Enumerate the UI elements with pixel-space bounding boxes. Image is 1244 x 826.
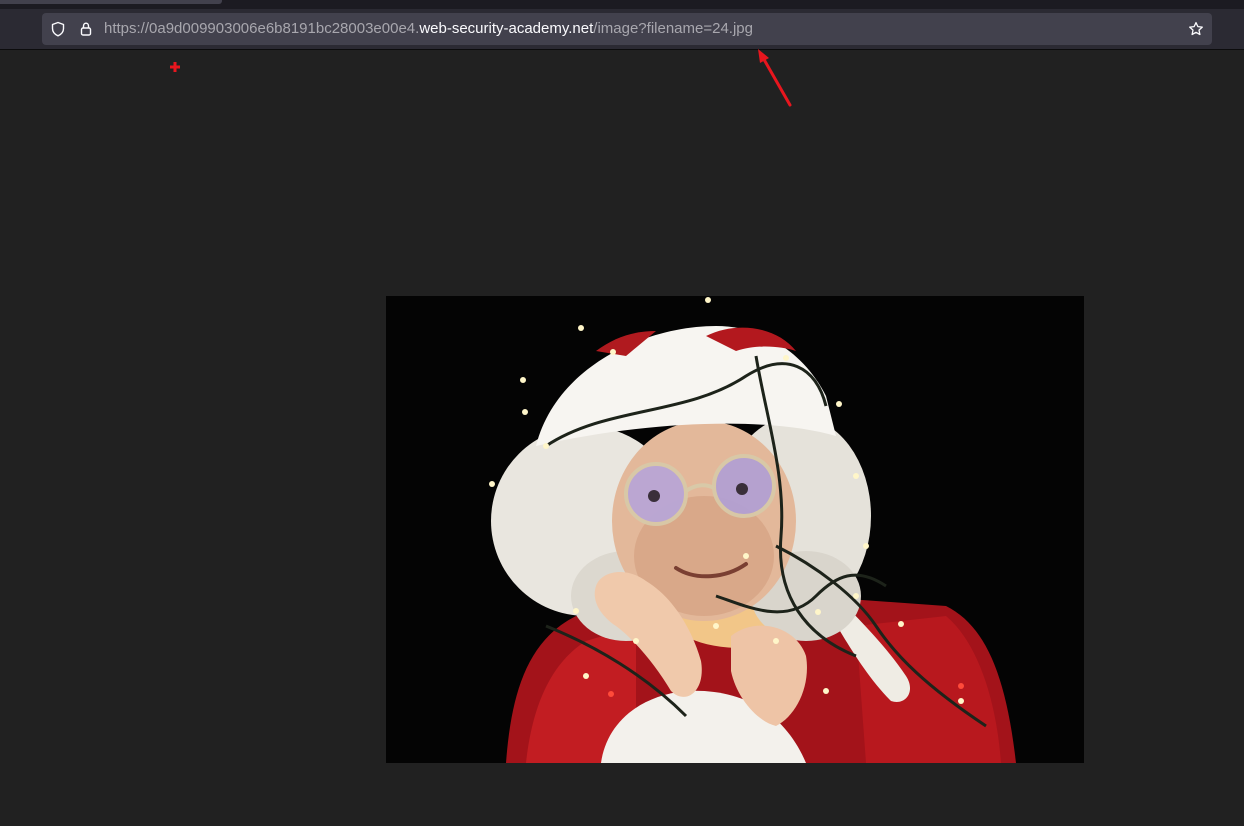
santa-photo [386, 296, 1084, 763]
star-icon[interactable] [1188, 21, 1204, 37]
navigation-toolbar: https://0a9d009903006e6b8191bc28003e00e4… [0, 9, 1244, 50]
active-tab[interactable] [0, 0, 222, 4]
shield-icon[interactable] [50, 21, 66, 37]
url-path: /image?filename=24.jpg [593, 20, 753, 37]
lock-icon[interactable] [78, 21, 94, 37]
red-arrow-annotation [758, 49, 792, 107]
url-prefix: https://0a9d009903006e6b8191bc28003e00e4… [104, 20, 420, 37]
red-cross-marker [170, 62, 180, 72]
url-host: web-security-academy.net [419, 20, 594, 37]
santa-photo-illustration [386, 296, 1084, 763]
url-bar[interactable]: https://0a9d009903006e6b8191bc28003e00e4… [42, 13, 1212, 45]
url-text[interactable]: https://0a9d009903006e6b8191bc28003e00e4… [104, 13, 753, 45]
